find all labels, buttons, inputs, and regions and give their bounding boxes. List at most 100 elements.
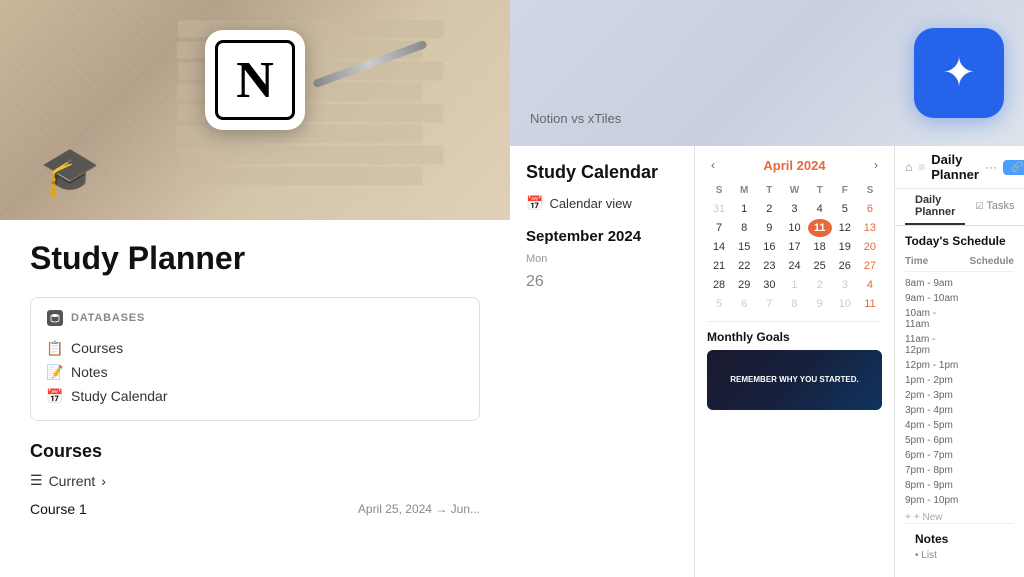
course-name: Course 1 — [30, 501, 87, 517]
goals-image: REMEMBER WHY YOU STARTED. — [707, 350, 882, 410]
cal-cell[interactable]: 21 — [707, 257, 731, 275]
april-calendar-panel: ‹ April 2024 › S M T W T F S 31 1 2 — [695, 146, 895, 577]
courses-icon: 📋 — [47, 340, 63, 356]
planner-tabs: Daily Planner ☑ Tasks ○ Archive + — [895, 189, 1024, 226]
time-slot: 9am - 10am — [905, 293, 960, 304]
cal-cell[interactable]: 24 — [782, 257, 806, 275]
calendar-icon: 📅 — [526, 195, 543, 212]
cal-cell[interactable]: 28 — [707, 276, 731, 294]
notes-list-icon: • List — [915, 550, 1004, 561]
page-title: Study Planner — [30, 240, 480, 277]
cal-cell[interactable]: 1 — [732, 200, 756, 218]
tab-daily-planner[interactable]: Daily Planner — [905, 189, 965, 225]
cal-cell[interactable]: 20 — [858, 238, 882, 256]
db-item-notes[interactable]: 📝 Notes — [47, 360, 463, 384]
cal-cell[interactable]: 12 — [833, 219, 857, 237]
schedule-row[interactable]: 1pm - 2pm — [905, 373, 1014, 388]
cal-cell[interactable]: 23 — [757, 257, 781, 275]
cal-cell[interactable]: 27 — [858, 257, 882, 275]
cal-cell[interactable]: 19 — [833, 238, 857, 256]
cal-cell[interactable]: 10 — [782, 219, 806, 237]
mini-calendar: ‹ April 2024 › S M T W T F S 31 1 2 — [707, 156, 882, 313]
xtiles-panel: ✦ Notion vs xTiles — [510, 0, 1024, 146]
cal-cell[interactable]: 3 — [782, 200, 806, 218]
cal-next-button[interactable]: › — [870, 156, 882, 174]
cal-cell[interactable]: 25 — [808, 257, 832, 275]
cal-cell[interactable]: 22 — [732, 257, 756, 275]
cal-cell[interactable]: 18 — [808, 238, 832, 256]
cal-cell[interactable]: 6 — [732, 295, 756, 313]
course-date: April 25, 2024 → Jun... — [358, 502, 480, 516]
cal-today-cell[interactable]: 11 — [808, 219, 832, 237]
cal-cell[interactable]: 3 — [833, 276, 857, 294]
cal-prev-button[interactable]: ‹ — [707, 156, 719, 174]
courses-dropdown[interactable]: ☰ Current › — [30, 472, 480, 489]
db-item-study-calendar[interactable]: 📅 Study Calendar — [47, 384, 463, 408]
cal-header-tue: T — [757, 182, 781, 199]
cal-header-fri: F — [833, 182, 857, 199]
cal-cell[interactable]: 2 — [757, 200, 781, 218]
course-item[interactable]: Course 1 April 25, 2024 → Jun... — [30, 497, 480, 521]
tab-tasks[interactable]: ☑ Tasks — [965, 189, 1024, 225]
cal-cell[interactable]: 8 — [732, 219, 756, 237]
cal-cell[interactable]: 7 — [707, 219, 731, 237]
cal-cell[interactable]: 1 — [782, 276, 806, 294]
home-icon[interactable]: ⌂ — [905, 160, 912, 174]
cal-cell[interactable]: 7 — [757, 295, 781, 313]
schedule-row[interactable]: 2pm - 3pm — [905, 388, 1014, 403]
schedule-row[interactable]: 8am - 9am — [905, 276, 1014, 291]
calendar-view-button[interactable]: 📅 Calendar view — [526, 195, 678, 212]
time-slot: 2pm - 3pm — [905, 390, 960, 401]
schedule-row[interactable]: 11am - 12pm — [905, 332, 1014, 358]
cal-cell[interactable]: 6 — [858, 200, 882, 218]
list-icon: ☰ — [30, 472, 43, 489]
schedule-row[interactable]: 9am - 10am — [905, 291, 1014, 306]
schedule-row[interactable]: 10am - 11am — [905, 306, 1014, 332]
cal-cell[interactable]: 17 — [782, 238, 806, 256]
schedule-row[interactable]: 5pm - 6pm — [905, 433, 1014, 448]
cal-cell[interactable]: 4 — [808, 200, 832, 218]
cal-cell[interactable]: 5 — [707, 295, 731, 313]
cal-cell[interactable]: 11 — [858, 295, 882, 313]
cal-cell[interactable]: 16 — [757, 238, 781, 256]
new-schedule-button[interactable]: + + New — [905, 512, 1014, 523]
date-number: 26 — [526, 273, 678, 291]
cal-cell[interactable]: 9 — [757, 219, 781, 237]
database-icon — [47, 310, 63, 326]
topbar-dots[interactable]: ··· — [985, 160, 997, 174]
db-item-courses[interactable]: 📋 Courses — [47, 336, 463, 360]
schedule-row[interactable]: 3pm - 4pm — [905, 403, 1014, 418]
db-item-notes-label: Notes — [71, 364, 108, 380]
cal-cell[interactable]: 14 — [707, 238, 731, 256]
cal-cell[interactable]: 10 — [833, 295, 857, 313]
time-slot: 6pm - 7pm — [905, 450, 960, 461]
schedule-row[interactable]: 4pm - 5pm — [905, 418, 1014, 433]
time-slot: 8pm - 9pm — [905, 480, 960, 491]
notion-logo: N — [205, 30, 305, 130]
left-panel: N 🎓 Study Planner DATABASES 📋 Courses — [0, 0, 510, 577]
share-button[interactable]: 🔗 Share — [1003, 160, 1024, 175]
schedule-row[interactable]: 6pm - 7pm — [905, 448, 1014, 463]
schedule-row[interactable]: 7pm - 8pm — [905, 463, 1014, 478]
cal-cell[interactable]: 8 — [782, 295, 806, 313]
schedule-row[interactable]: 9pm - 10pm — [905, 493, 1014, 508]
cal-cell[interactable]: 5 — [833, 200, 857, 218]
databases-section: DATABASES 📋 Courses 📝 Notes 📅 Study Cale… — [30, 297, 480, 421]
cal-cell[interactable]: 13 — [858, 219, 882, 237]
cal-cell[interactable]: 9 — [808, 295, 832, 313]
cal-cell[interactable]: 15 — [732, 238, 756, 256]
schedule-row[interactable]: 12pm - 1pm — [905, 358, 1014, 373]
schedule-row[interactable]: 8pm - 9pm — [905, 478, 1014, 493]
cal-cell[interactable]: 30 — [757, 276, 781, 294]
planner-body: Today's Schedule Time Schedule 8am - 9am… — [895, 226, 1024, 577]
cal-cell[interactable]: 31 — [707, 200, 731, 218]
cal-cell[interactable]: 26 — [833, 257, 857, 275]
courses-dropdown-label: Current — [49, 473, 96, 489]
chevron-down-icon: › — [101, 473, 106, 489]
plus-icon: + — [905, 512, 911, 523]
cal-cell[interactable]: 29 — [732, 276, 756, 294]
cal-cell[interactable]: 4 — [858, 276, 882, 294]
goals-text: REMEMBER WHY YOU STARTED. — [726, 371, 862, 389]
cal-cell[interactable]: 2 — [808, 276, 832, 294]
time-slot: 5pm - 6pm — [905, 435, 960, 446]
